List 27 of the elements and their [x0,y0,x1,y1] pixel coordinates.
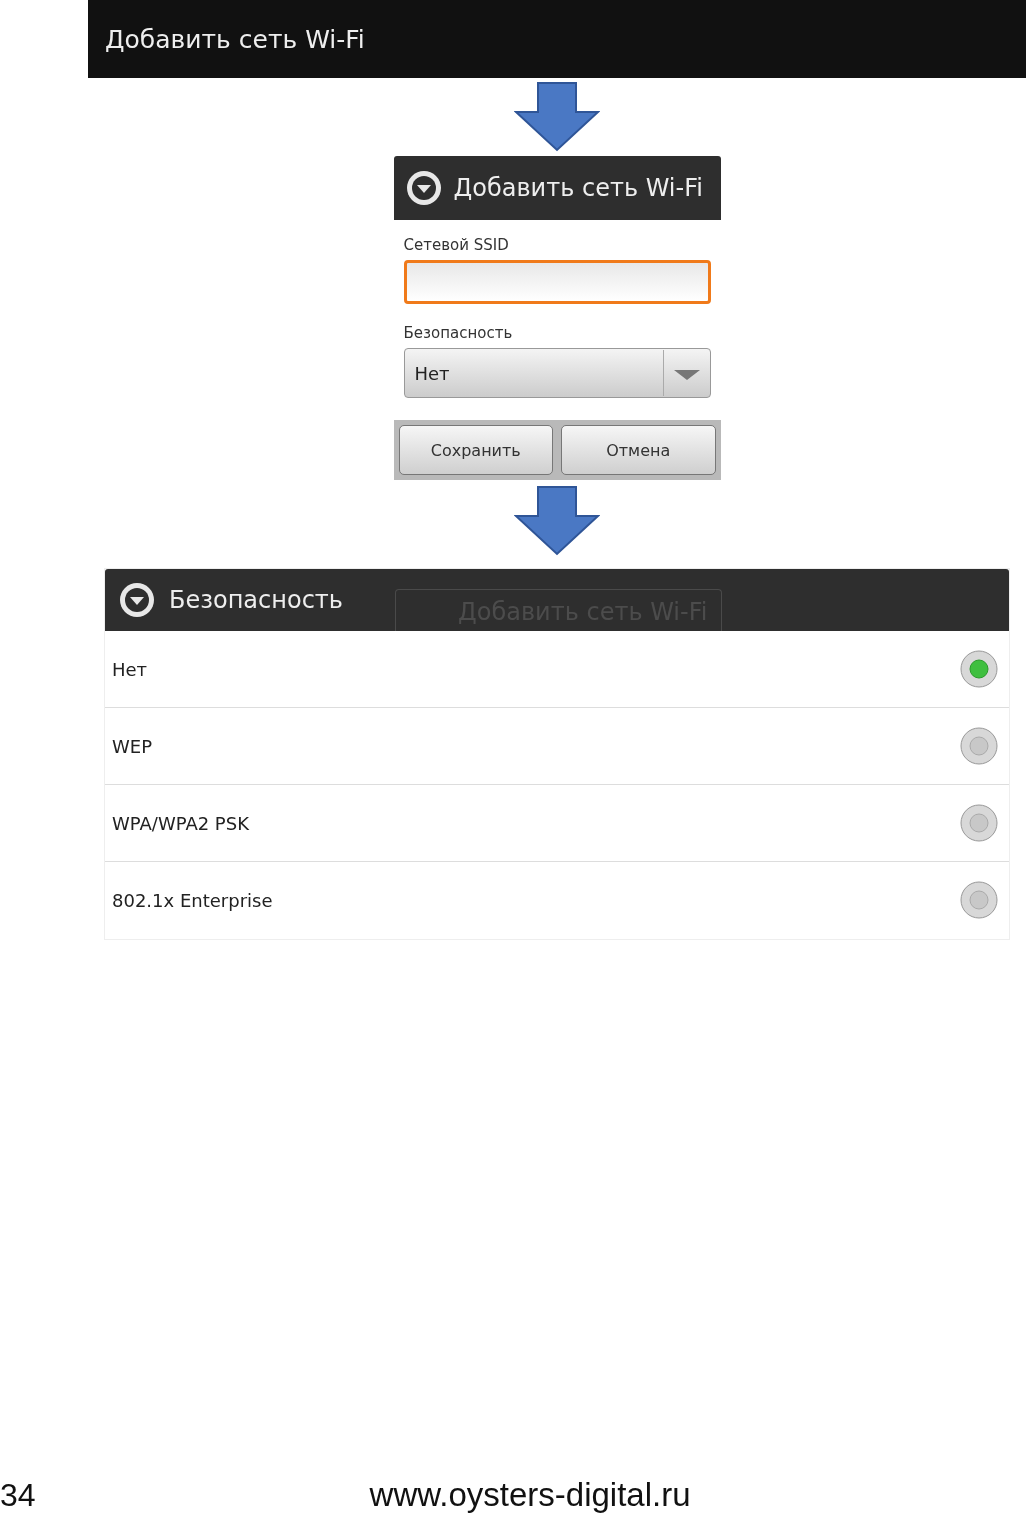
option-label: Нет [112,658,148,680]
field-label: Безопасность [403,324,514,342]
website-url: www.oysters-digital.ru [369,1476,691,1514]
field-label: Сетевой SSID [403,236,510,254]
window-title: Добавить сеть Wi-Fi [105,24,365,54]
radio-button[interactable] [959,803,999,843]
down-arrow-icon [514,486,600,556]
down-arrow-icon [514,82,600,152]
save-button[interactable]: Сохранить [398,425,553,475]
collapse-icon [405,170,442,206]
radio-button[interactable] [959,880,999,920]
security-dropdown[interactable]: Нет [403,348,711,398]
option-label: WEP [112,735,153,757]
security-option[interactable]: Нет [105,631,1009,708]
collapse-icon [119,582,155,618]
cancel-button[interactable]: Отмена [561,425,716,475]
option-label: WPA/WPA2 PSK [112,812,249,834]
option-label: 802.1x Enterprise [112,889,273,911]
page-number: 34 [0,1476,36,1514]
radio-button[interactable] [959,649,999,689]
security-option[interactable]: WEP [105,708,1009,785]
list-title: Безопасность [169,586,343,614]
dialog-title: Добавить сеть Wi-Fi [453,174,703,202]
radio-button[interactable] [959,726,999,766]
security-option[interactable]: WPA/WPA2 PSK [105,785,1009,862]
security-option[interactable]: 802.1x Enterprise [105,862,1009,939]
ssid-field[interactable] [403,260,711,304]
